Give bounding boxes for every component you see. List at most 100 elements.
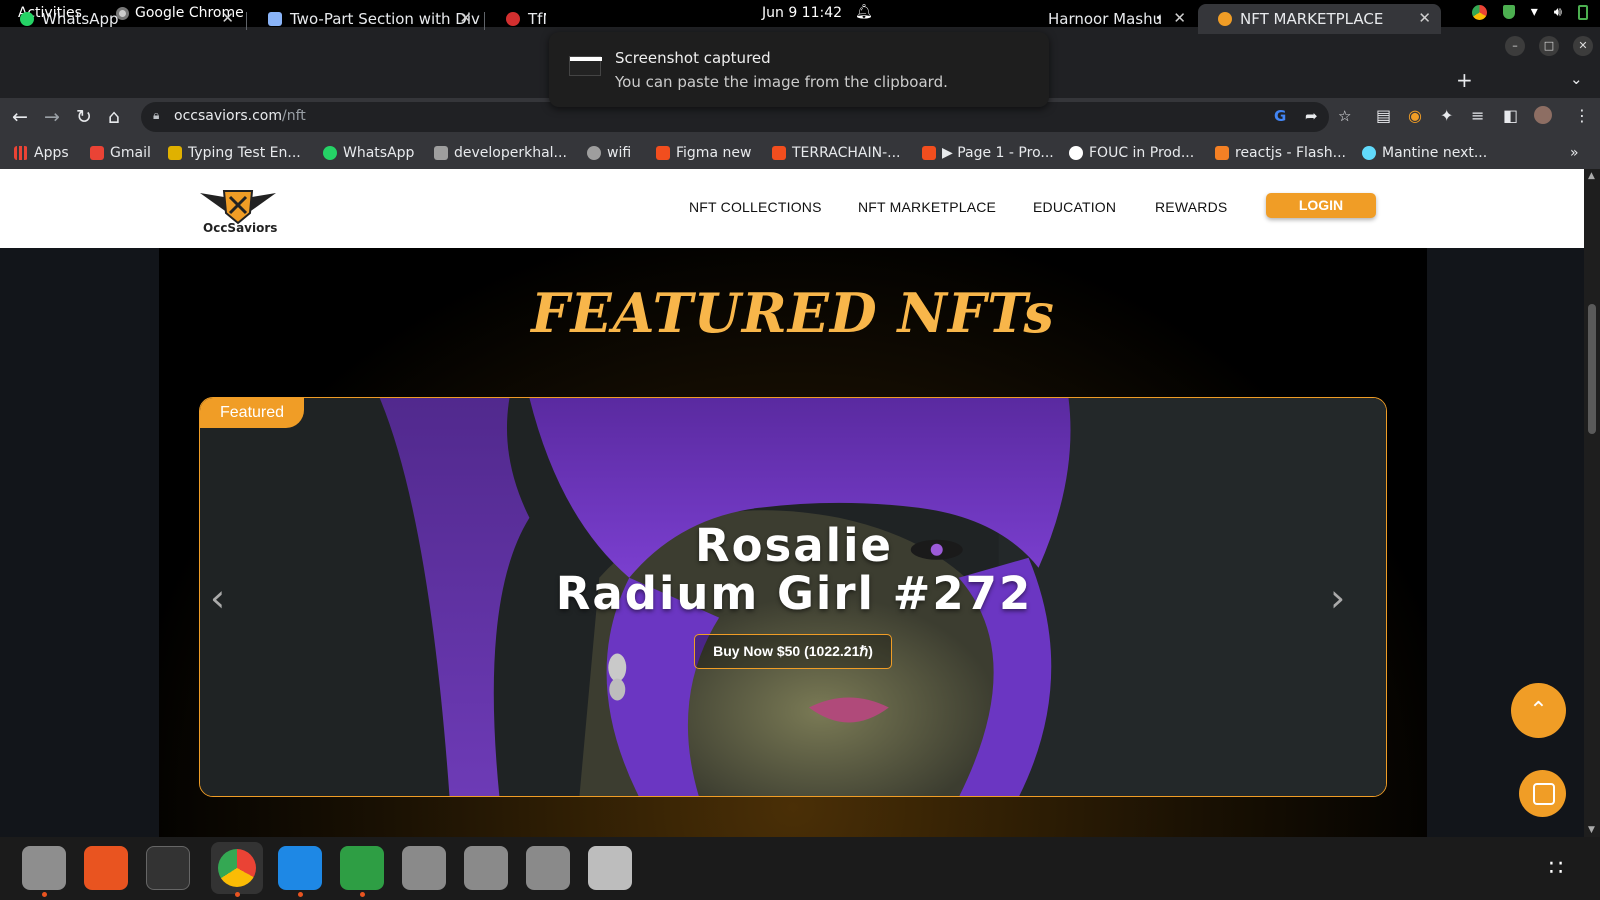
- scroll-up-arrow-icon[interactable]: ▲: [1588, 171, 1595, 181]
- chrome-icon: [1471, 4, 1487, 20]
- reload-icon[interactable]: ↻: [76, 106, 92, 128]
- tab-whatsapp[interactable]: WhatsApp ✕: [0, 4, 244, 34]
- bookmark-terrachain[interactable]: TERRACHAIN-...: [772, 145, 901, 161]
- clock[interactable]: Jun 9 11:42: [762, 5, 842, 21]
- nsw-icon: [506, 12, 520, 26]
- extension-icon[interactable]: ◉: [1408, 106, 1422, 125]
- chat-button[interactable]: [1519, 770, 1566, 817]
- running-indicator: [360, 892, 365, 897]
- reading-list-icon[interactable]: ≡: [1471, 106, 1484, 125]
- bookmark-reactjs[interactable]: reactjs - Flash...: [1215, 145, 1346, 161]
- bookmarks-overflow-icon[interactable]: »: [1570, 145, 1579, 161]
- tab-title: Harnoor Mashu: [1048, 10, 1163, 28]
- site-header: OccSaviors NFT COLLECTIONS NFT MARKETPLA…: [0, 169, 1584, 248]
- software-center-icon[interactable]: [84, 846, 128, 890]
- share-icon[interactable]: ➦: [1305, 107, 1318, 125]
- figma-icon: [656, 146, 670, 160]
- extensions-icon[interactable]: ✦: [1440, 106, 1453, 125]
- bookmark-gmail[interactable]: Gmail: [90, 145, 151, 161]
- chrome-menu-icon[interactable]: ⋮: [1574, 106, 1590, 125]
- google-translate-icon[interactable]: G: [1274, 107, 1286, 125]
- close-tab-icon[interactable]: ✕: [221, 9, 234, 27]
- tab-two-part-section[interactable]: Two-Part Section with Div ✕: [248, 4, 482, 34]
- logo-text: OccSaviors: [203, 221, 278, 235]
- home-icon[interactable]: ⌂: [108, 106, 120, 128]
- disk-icon[interactable]: [526, 846, 570, 890]
- close-tab-icon[interactable]: ✕: [1418, 9, 1431, 27]
- profile-avatar[interactable]: [1534, 106, 1552, 124]
- typing-test-icon: [168, 146, 182, 160]
- maximize-button[interactable]: □: [1539, 36, 1559, 56]
- featured-nft-card[interactable]: Featured Rosalie Radium Girl #272 Buy No…: [199, 397, 1387, 797]
- bookmark-page1[interactable]: ▶ Page 1 - Pro...: [922, 145, 1054, 161]
- bookmark-figma[interactable]: Figma new: [656, 145, 751, 161]
- vscode-icon[interactable]: [278, 846, 322, 890]
- files-app-icon[interactable]: [22, 846, 66, 890]
- audio-playing-icon[interactable]: 🔈︎: [1157, 10, 1164, 25]
- bookmark-mantine[interactable]: Mantine next...: [1362, 145, 1487, 161]
- terminal-icon[interactable]: [146, 846, 190, 890]
- notification-title: Screenshot captured: [615, 49, 771, 67]
- nav-rewards[interactable]: REWARDS: [1155, 199, 1227, 215]
- show-apps-grid-icon[interactable]: ∷: [1549, 856, 1563, 881]
- star-icon[interactable]: ☆: [1338, 107, 1351, 125]
- tab-title: Two-Part Section with Div: [290, 10, 480, 28]
- scroll-to-top-button[interactable]: ⌃: [1511, 683, 1566, 738]
- chevron-up-icon: ⌃: [1529, 698, 1548, 723]
- back-icon[interactable]: ←: [12, 106, 28, 128]
- bookmarks-bar: Apps Gmail Typing Test En... WhatsApp de…: [0, 136, 1600, 169]
- disk-icon[interactable]: [402, 846, 446, 890]
- buy-now-button[interactable]: Buy Now $50 (1022.21ℏ): [694, 634, 892, 669]
- page-icon: [268, 12, 282, 26]
- bookmark-typing-test[interactable]: Typing Test En...: [168, 145, 301, 161]
- extension-icon[interactable]: ▤: [1376, 106, 1391, 125]
- forward-icon[interactable]: →: [44, 106, 60, 128]
- close-tab-icon[interactable]: ✕: [1173, 9, 1186, 27]
- tab-nft-marketplace[interactable]: NFT MARKETPLACE ✕: [1198, 4, 1441, 34]
- figma-icon: [772, 146, 786, 160]
- nft-title: Rosalie Radium Girl #272: [200, 522, 1386, 620]
- system-tray[interactable]: ▾ 🔊︎: [1471, 4, 1588, 20]
- login-button[interactable]: LOGIN: [1266, 193, 1376, 218]
- bookmark-developer[interactable]: developerkhal...: [434, 145, 567, 161]
- tab-title: WhatsApp: [42, 10, 119, 28]
- spreadsheet-icon[interactable]: [340, 846, 384, 890]
- page-scrollbar[interactable]: ▲ ▼: [1584, 169, 1600, 837]
- new-tab-button[interactable]: +: [1456, 68, 1473, 92]
- gmail-icon: [90, 146, 104, 160]
- battery-icon: [1578, 4, 1588, 20]
- scrollbar-thumb[interactable]: [1588, 304, 1596, 434]
- chevron-right-icon[interactable]: ›: [1330, 576, 1345, 620]
- lock-icon[interactable]: 🔒︎: [153, 108, 159, 123]
- tab-title: TfN: [528, 10, 546, 28]
- bookmark-wifi[interactable]: wifi: [587, 145, 631, 161]
- url-text[interactable]: occsaviors.com/nft: [174, 108, 306, 124]
- trash-icon[interactable]: [588, 846, 632, 890]
- apps-grid-icon: [14, 146, 28, 160]
- chrome-app-icon[interactable]: [218, 849, 256, 887]
- nav-nft-collections[interactable]: NFT COLLECTIONS: [689, 199, 822, 215]
- nft-title-line2: Radium Girl #272: [555, 567, 1033, 620]
- close-window-button[interactable]: ✕: [1573, 36, 1593, 56]
- nav-education[interactable]: EDUCATION: [1033, 199, 1116, 215]
- globe-icon: [587, 146, 601, 160]
- disk-icon[interactable]: [464, 846, 508, 890]
- section-title: FEATURED NFTs: [531, 281, 1055, 345]
- minimize-button[interactable]: –: [1505, 36, 1525, 56]
- whatsapp-icon: [323, 146, 337, 160]
- side-panel-icon[interactable]: ◧: [1503, 106, 1518, 125]
- tab-tfn[interactable]: TfN: [486, 4, 546, 34]
- scroll-down-arrow-icon[interactable]: ▼: [1588, 825, 1595, 835]
- screenshot-notification[interactable]: Screenshot captured You can paste the im…: [549, 32, 1049, 107]
- bookmark-whatsapp[interactable]: WhatsApp: [323, 145, 414, 161]
- bookmark-fouc[interactable]: FOUC in Prod...: [1069, 145, 1194, 161]
- chevron-left-icon[interactable]: ‹: [210, 576, 225, 620]
- tab-search-chevron-icon[interactable]: ⌄: [1570, 70, 1583, 88]
- nav-nft-marketplace[interactable]: NFT MARKETPLACE: [858, 199, 996, 215]
- wifi-icon: ▾: [1530, 4, 1538, 20]
- tab-harnoor[interactable]: Harnoor Mashu 🔈︎ ✕: [1030, 4, 1196, 34]
- whatsapp-icon: [20, 12, 34, 26]
- tab-title: NFT MARKETPLACE: [1240, 10, 1384, 28]
- bookmark-apps[interactable]: Apps: [14, 145, 69, 161]
- close-tab-icon[interactable]: ✕: [459, 9, 472, 27]
